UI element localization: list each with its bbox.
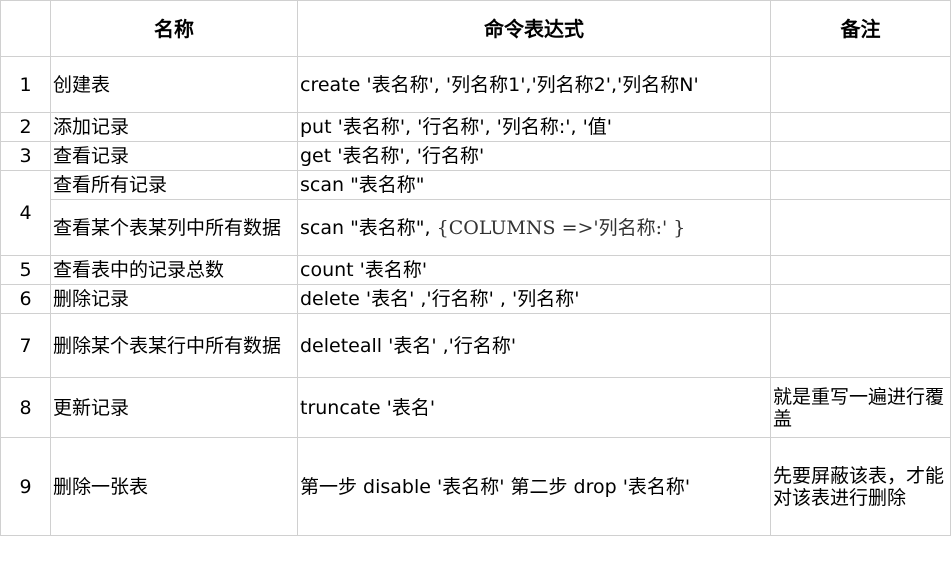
header-name: 名称: [50, 0, 298, 57]
row-index: 3: [0, 141, 51, 171]
row-name: 查看所有记录: [50, 170, 298, 200]
row-note: [770, 284, 951, 314]
table-row: 6 删除记录 delete '表名' ,'行名称' , '列名称': [0, 284, 951, 314]
row-index: 9: [0, 437, 51, 536]
row-index: 6: [0, 284, 51, 314]
row-note: [770, 56, 951, 113]
row-command: get '表名称', '行名称': [297, 141, 771, 171]
row-command: scan "表名称": [297, 170, 771, 200]
row-name: 查看某个表某列中所有数据: [50, 199, 298, 256]
table-row: 1 创建表 create '表名称', '列名称1','列名称2','列名称N': [0, 56, 951, 113]
row-note: 就是重写一遍进行覆盖: [770, 377, 951, 438]
row-note: [770, 170, 951, 200]
row-command: deleteall '表名' ,'行名称': [297, 313, 771, 378]
row-name: 更新记录: [50, 377, 298, 438]
row-name: 添加记录: [50, 112, 298, 142]
row-index: 5: [0, 255, 51, 285]
row-name: 删除某个表某行中所有数据: [50, 313, 298, 378]
row-name: 删除一张表: [50, 437, 298, 536]
row-command: scan "表名称", {COLUMNS =>'列名称:' }: [297, 199, 771, 256]
table-row: 7 删除某个表某行中所有数据 deleteall '表名' ,'行名称': [0, 313, 951, 378]
header-command: 命令表达式: [297, 0, 771, 57]
row-command: count '表名称': [297, 255, 771, 285]
row-command: delete '表名' ,'行名称' , '列名称': [297, 284, 771, 314]
table-row: 2 添加记录 put '表名称', '行名称', '列名称:', '值': [0, 112, 951, 142]
row-index: 1: [0, 56, 51, 113]
row-name: 查看记录: [50, 141, 298, 171]
row-command-part-b: {COLUMNS =>'列名称:' }: [436, 216, 686, 239]
row-note: [770, 199, 951, 256]
row-name: 查看表中的记录总数: [50, 255, 298, 285]
header-note: 备注: [770, 0, 951, 57]
row-index: 4: [0, 170, 51, 256]
row-note: 先要屏蔽该表，才能对该表进行删除: [770, 437, 951, 536]
header-index: [0, 0, 51, 57]
table-row: 9 删除一张表 第一步 disable '表名称' 第二步 drop '表名称'…: [0, 437, 951, 536]
header-row: 名称 命令表达式 备注: [0, 0, 951, 57]
table-row: 3 查看记录 get '表名称', '行名称': [0, 141, 951, 171]
row-name: 删除记录: [50, 284, 298, 314]
table-row: 5 查看表中的记录总数 count '表名称': [0, 255, 951, 285]
row-note: [770, 255, 951, 285]
row-index: 7: [0, 313, 51, 378]
row-command-part-a: scan "表名称",: [300, 216, 437, 239]
row-index: 2: [0, 112, 51, 142]
row-note: [770, 112, 951, 142]
row-note: [770, 313, 951, 378]
table-row: 4 查看所有记录 scan "表名称": [0, 170, 951, 256]
row-command: 第一步 disable '表名称' 第二步 drop '表名称': [297, 437, 771, 536]
row-name: 创建表: [50, 56, 298, 113]
table-row: 查看某个表某列中所有数据 scan "表名称", {COLUMNS =>'列名称…: [1, 199, 951, 256]
table-row: 8 更新记录 truncate '表名' 就是重写一遍进行覆盖: [0, 377, 951, 438]
row-command: create '表名称', '列名称1','列名称2','列名称N': [297, 56, 771, 113]
row-index: 8: [0, 377, 51, 438]
row-command: truncate '表名': [297, 377, 771, 438]
hbase-command-table: 名称 命令表达式 备注 1 创建表 create '表名称', '列名称1','…: [0, 0, 951, 536]
row-note: [770, 141, 951, 171]
row-command: put '表名称', '行名称', '列名称:', '值': [297, 112, 771, 142]
